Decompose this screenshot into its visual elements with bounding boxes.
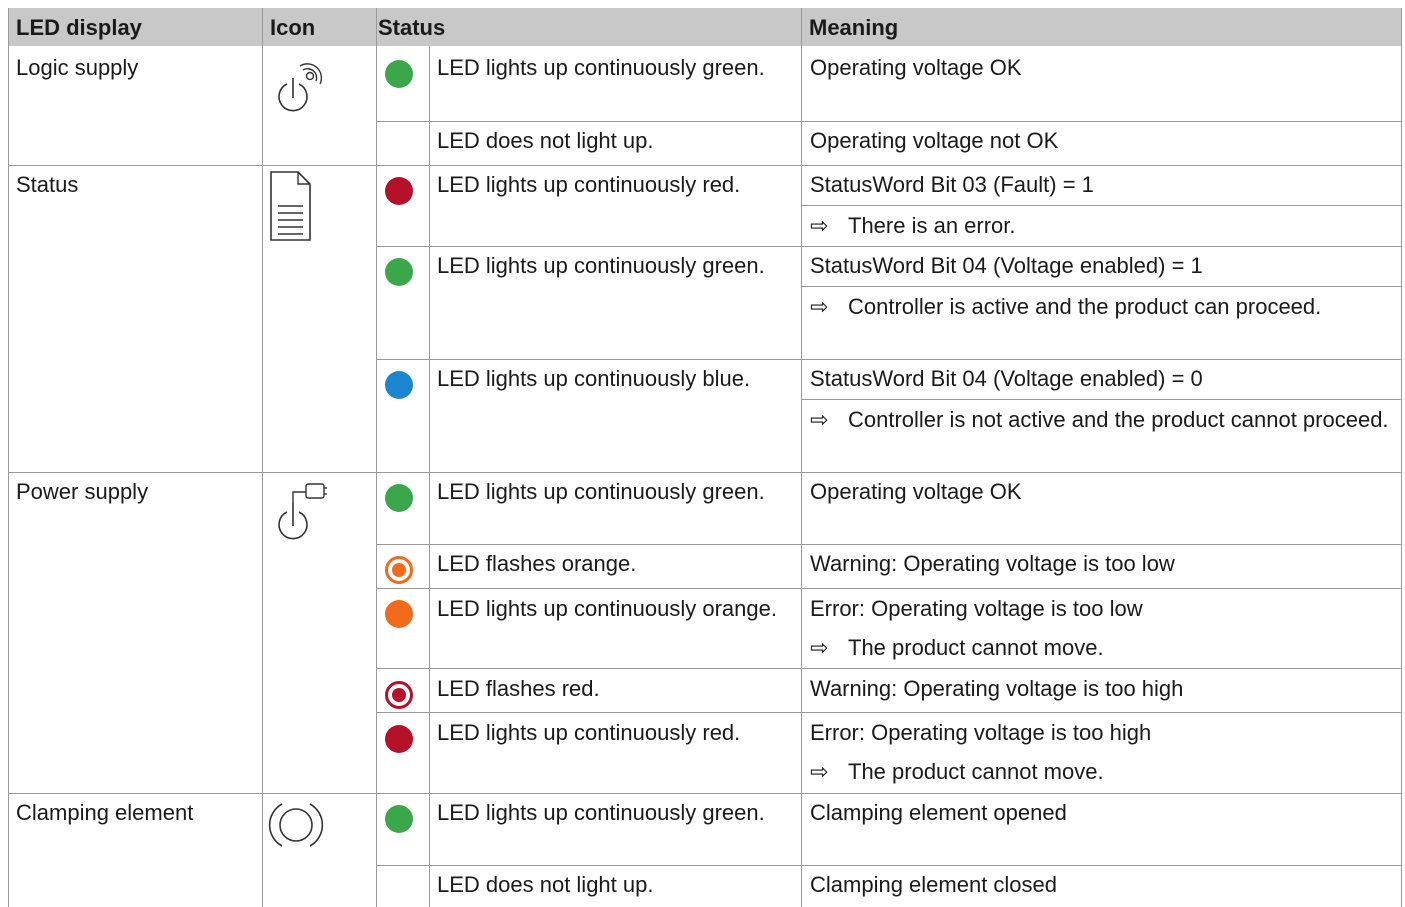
status-text: LED flashes red. xyxy=(437,676,600,701)
meaning-text: Error: Operating voltage is too high xyxy=(810,720,1152,745)
meaning-text: StatusWord Bit 04 (Voltage enabled) = 1 xyxy=(810,253,1203,278)
logic-supply-icon xyxy=(278,63,323,112)
meaning-text: Clamping element opened xyxy=(810,800,1067,825)
display-label: Logic supply xyxy=(16,55,139,80)
status-text: LED lights up continuously red. xyxy=(437,720,741,745)
led-green-indicator xyxy=(385,805,413,833)
led-red-indicator xyxy=(385,725,413,753)
result-text-body: Controller is active and the product can… xyxy=(848,294,1322,319)
meaning-text: Operating voltage OK xyxy=(810,479,1022,504)
status-text: LED flashes orange. xyxy=(437,551,637,576)
arrow-right-icon: ⇨ xyxy=(810,407,829,432)
meaning-text: Operating voltage OK xyxy=(810,55,1022,80)
result-text: ⇨ There is an error. xyxy=(810,210,1016,242)
led-red-indicator xyxy=(385,177,413,205)
header-led-display: LED display xyxy=(8,8,262,46)
header-icon: Icon xyxy=(262,8,376,46)
meaning-text: Operating voltage not OK xyxy=(810,128,1059,153)
led-orange-indicator xyxy=(385,600,413,628)
clamping-element-icon xyxy=(268,803,324,847)
status-text: LED lights up continuously orange. xyxy=(437,596,777,621)
led-status-table: LED display Icon Status Meaning Logic su… xyxy=(8,8,1402,907)
meaning-text: Error: Operating voltage is too low xyxy=(810,596,1143,621)
led-blue-indicator xyxy=(385,371,413,399)
meaning-text: Warning: Operating voltage is too high xyxy=(810,676,1184,701)
status-text: LED lights up continuously green. xyxy=(437,55,765,80)
result-text-body: Controller is not active and the product… xyxy=(848,407,1389,432)
status-text: LED lights up continuously green. xyxy=(437,253,765,278)
power-supply-icon xyxy=(278,483,327,540)
arrow-right-icon: ⇨ xyxy=(810,213,829,238)
status-text: LED lights up continuously red. xyxy=(437,172,741,197)
arrow-right-icon: ⇨ xyxy=(810,294,829,319)
result-text: ⇨ The product cannot move. xyxy=(810,756,1104,788)
status-text: LED lights up continuously green. xyxy=(437,800,765,825)
meaning-text: StatusWord Bit 04 (Voltage enabled) = 0 xyxy=(810,366,1203,391)
result-text: ⇨ xyxy=(810,291,848,323)
meaning-text: Warning: Operating voltage is too low xyxy=(810,551,1175,576)
arrow-right-icon: ⇨ xyxy=(810,635,829,660)
display-label: Clamping element xyxy=(16,800,194,825)
led-green-indicator xyxy=(385,484,413,512)
status-text: LED does not light up. xyxy=(437,872,654,897)
result-text: ⇨ The product cannot move. xyxy=(810,632,1104,664)
led-green-indicator xyxy=(385,60,413,88)
result-text: ⇨ xyxy=(810,404,848,436)
arrow-right-icon: ⇨ xyxy=(810,759,829,784)
display-label: Status xyxy=(16,172,79,197)
status-text: LED lights up continuously green. xyxy=(437,479,765,504)
meaning-text: StatusWord Bit 03 (Fault) = 1 xyxy=(810,172,1094,197)
status-text: LED does not light up. xyxy=(437,128,654,153)
status-text: LED lights up continuously blue. xyxy=(437,366,751,391)
header-meaning: Meaning xyxy=(801,8,1402,46)
header-status: Status xyxy=(376,8,801,46)
led-green-indicator xyxy=(385,258,413,286)
display-label: Power supply xyxy=(16,479,149,504)
document-icon xyxy=(270,171,311,241)
meaning-text: Clamping element closed xyxy=(810,872,1058,897)
